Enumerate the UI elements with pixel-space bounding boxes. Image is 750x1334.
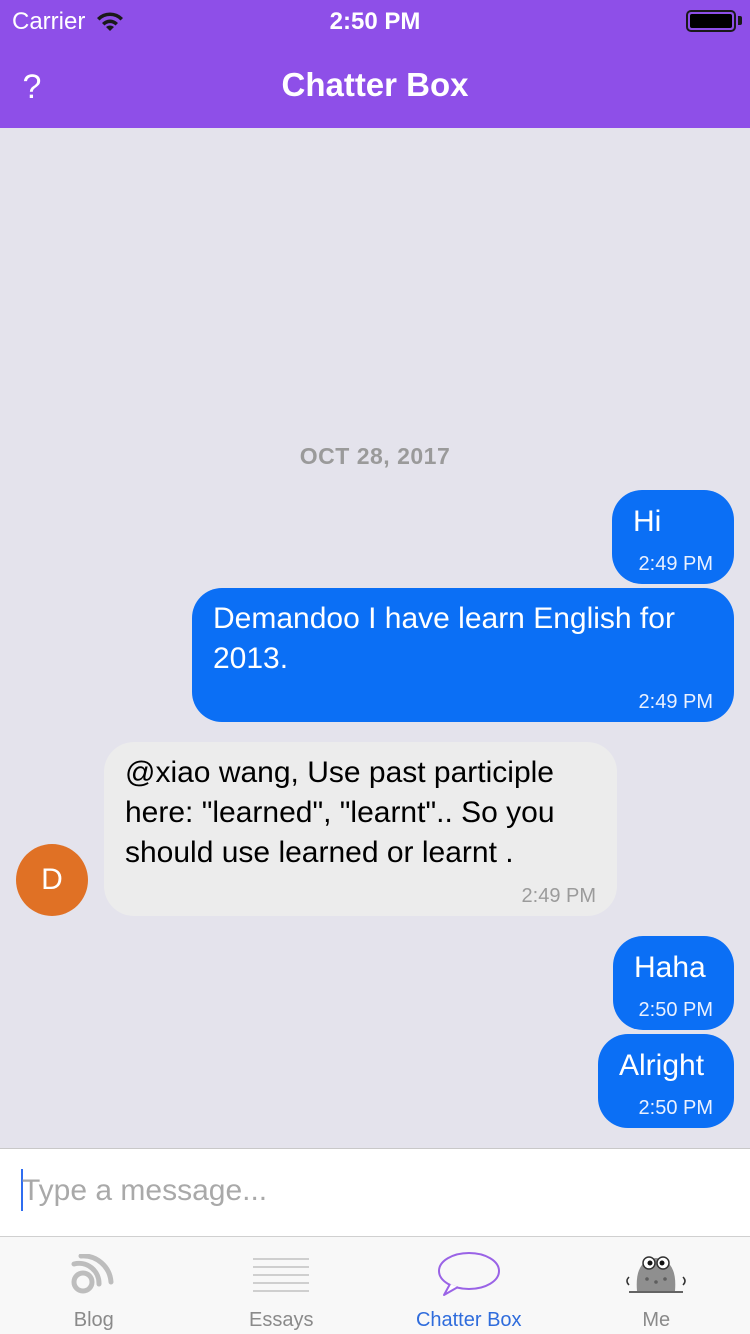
tab-label: Essays bbox=[249, 1309, 314, 1331]
tab-chatter-box[interactable]: Chatter Box bbox=[375, 1237, 563, 1334]
message-bubble-outgoing[interactable]: Hi 2:49 PM bbox=[612, 490, 734, 584]
message-text: Alright bbox=[619, 1049, 705, 1082]
tab-me[interactable]: Me bbox=[563, 1237, 750, 1334]
speech-bubble-icon bbox=[429, 1251, 509, 1297]
message-text: Haha bbox=[634, 951, 706, 984]
avatar[interactable]: D bbox=[16, 844, 88, 916]
message-composer bbox=[0, 1148, 750, 1236]
battery-icon bbox=[686, 10, 736, 32]
tab-label: Chatter Box bbox=[415, 1309, 522, 1331]
date-separator: OCT 28, 2017 bbox=[299, 443, 451, 469]
avatar-initial: D bbox=[41, 863, 63, 896]
message-time: 2:49 PM bbox=[638, 691, 713, 713]
rss-icon bbox=[54, 1251, 134, 1297]
message-time: 2:50 PM bbox=[638, 999, 713, 1021]
status-time: 2:50 PM bbox=[329, 8, 421, 35]
tab-label: Blog bbox=[73, 1309, 114, 1331]
tab-label: Me bbox=[642, 1309, 671, 1331]
message-time: 2:49 PM bbox=[521, 885, 596, 907]
message-bubble-outgoing[interactable]: Demandoo I have learn English for 2013. … bbox=[192, 588, 734, 722]
mascot-icon bbox=[616, 1251, 696, 1297]
nav-header: Carrier 2:50 PM ? Chatter Box bbox=[0, 0, 750, 128]
battery-tip bbox=[738, 16, 742, 25]
message-bubble-incoming[interactable]: @xiao wang, Use past participle here: "l… bbox=[104, 742, 617, 916]
page-title: Chatter Box bbox=[281, 66, 469, 103]
message-time: 2:50 PM bbox=[638, 1097, 713, 1119]
tab-blog[interactable]: Blog bbox=[0, 1237, 188, 1334]
message-text: @xiao wang, Use past participle here: "l… bbox=[125, 756, 555, 869]
message-text: Hi bbox=[633, 505, 662, 538]
message-input[interactable] bbox=[22, 1167, 722, 1215]
tab-essays[interactable]: Essays bbox=[188, 1237, 376, 1334]
message-time: 2:49 PM bbox=[638, 553, 713, 575]
lines-icon bbox=[241, 1251, 321, 1297]
message-bubble-outgoing[interactable]: Alright 2:50 PM bbox=[598, 1034, 734, 1128]
tab-bar: Blog Essays Chatter Box Me bbox=[0, 1236, 750, 1334]
message-text: Demandoo I have learn English for 2013. bbox=[213, 602, 675, 675]
message-bubble-outgoing[interactable]: Haha 2:50 PM bbox=[613, 936, 734, 1030]
